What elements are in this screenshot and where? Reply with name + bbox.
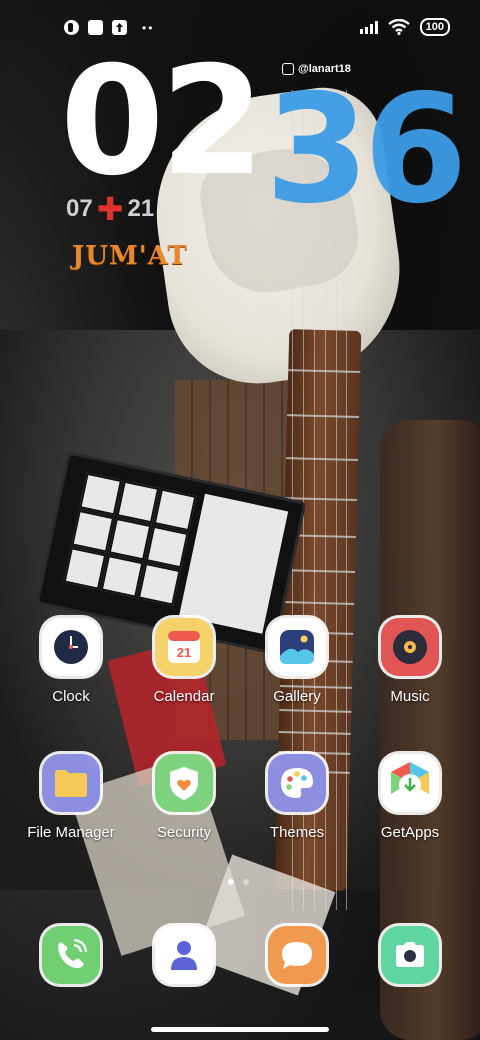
dock-messages[interactable] (242, 926, 352, 984)
phone-icon (42, 926, 100, 984)
contacts-icon (155, 926, 213, 984)
messages-icon (268, 926, 326, 984)
dock-phone[interactable] (16, 926, 126, 984)
more-notifications-icon: •• (142, 20, 155, 35)
widget-credit: @lanart18 (282, 63, 351, 75)
plus-icon: ✚ (96, 191, 124, 227)
dock-contacts[interactable] (129, 926, 239, 984)
wifi-icon (387, 19, 410, 35)
page-indicator[interactable] (228, 879, 249, 885)
app-music[interactable]: Music (355, 618, 465, 705)
home-gesture-bar[interactable] (151, 1027, 329, 1032)
credit-handle: @lanart18 (298, 63, 351, 75)
getapps-icon (381, 754, 439, 812)
page-dot (243, 879, 249, 885)
app-label: Music (390, 688, 430, 705)
shield-heart-icon (155, 754, 213, 812)
page-dot-active (228, 879, 234, 885)
notification-icon (64, 20, 79, 35)
music-icon (381, 618, 439, 676)
widget-minute: 36 (265, 63, 468, 237)
camera-icon (381, 926, 439, 984)
app-notification-icon (88, 20, 103, 35)
app-gallery[interactable]: Gallery (242, 618, 352, 705)
app-label: Clock (52, 688, 90, 705)
app-label: GetApps (380, 824, 440, 841)
app-themes[interactable]: Themes (242, 754, 352, 841)
clock-widget[interactable]: 02 36 @lanart18 07 ✚ 21 JUM'AT (60, 47, 468, 285)
upload-icon (112, 20, 127, 35)
app-getapps[interactable]: GetApps (355, 754, 465, 841)
calendar-badge: 21 (177, 645, 191, 660)
app-clock[interactable]: Clock (16, 618, 126, 705)
app-file-manager[interactable]: File Manager (16, 754, 126, 841)
app-calendar[interactable]: 21 Calendar (129, 618, 239, 705)
instagram-icon (282, 63, 294, 75)
folder-icon (42, 754, 100, 812)
app-label: Gallery (273, 688, 321, 705)
gallery-icon (268, 618, 326, 676)
widget-hour: 02 (60, 35, 265, 209)
weekday-label: JUM'AT (72, 241, 188, 271)
app-label: File Manager (27, 824, 115, 841)
date-month: 21 (127, 195, 155, 222)
palette-icon (268, 754, 326, 812)
app-label: Security (156, 824, 212, 841)
clock-icon (42, 618, 100, 676)
widget-date: 07 ✚ 21 (66, 191, 155, 227)
calendar-icon: 21 (155, 618, 213, 676)
dock-camera[interactable] (355, 926, 465, 984)
app-label: Themes (269, 824, 325, 841)
battery-indicator: 100 (419, 18, 450, 36)
app-label: Calendar (153, 688, 215, 705)
app-security[interactable]: Security (129, 754, 239, 841)
date-day: 07 (66, 195, 93, 222)
signal-icon (359, 20, 378, 34)
